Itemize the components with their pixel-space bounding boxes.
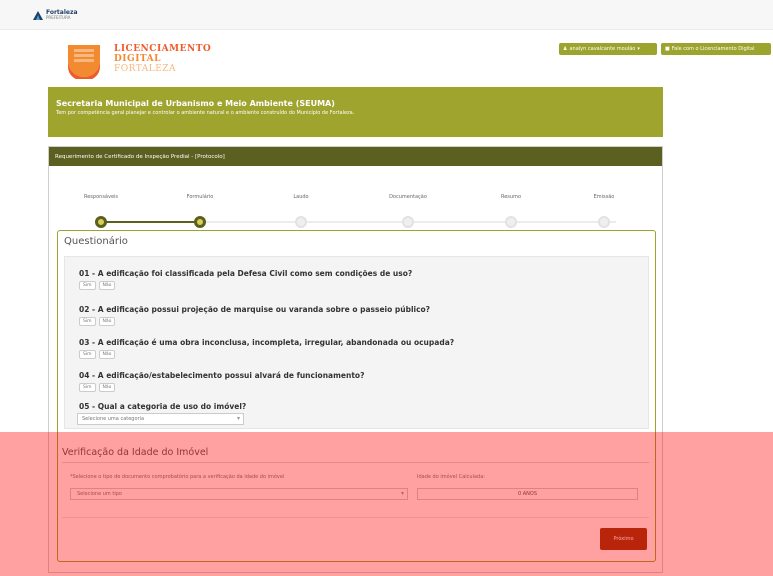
- questionnaire-title: Questionário: [64, 236, 128, 247]
- question-text: 01 - A edificação foi classificada pela …: [79, 269, 413, 278]
- divider: [62, 517, 649, 518]
- city-logo-icon: [33, 11, 43, 20]
- question-text: 03 - A edificação é uma obra inconclusa,…: [79, 338, 455, 347]
- contact-button-label: Fale com o Licenciamento Digital: [671, 46, 755, 52]
- chat-icon: ■: [665, 46, 670, 52]
- step-dot-laudo[interactable]: [295, 216, 307, 228]
- banner-title: Secretaria Municipal de Urbanismo e Meio…: [56, 99, 335, 108]
- category-select[interactable]: Selecione uma categoria ▾: [77, 413, 244, 425]
- answer-options: Sim Não: [79, 383, 364, 392]
- answer-yes-button[interactable]: Sim: [79, 281, 96, 290]
- step-dot-responsaveis[interactable]: [95, 216, 107, 228]
- step-label-emissao: Emissão: [593, 194, 615, 200]
- step-dot-documentacao[interactable]: [402, 216, 414, 228]
- document-type-value: Selecione um tipo: [77, 491, 122, 497]
- question-text: 05 - Qual a categoria de uso do imóvel?: [79, 402, 247, 411]
- document-type-label: *Selecione o tipo de documento comprobat…: [70, 474, 285, 480]
- step-dot-formulario[interactable]: [194, 216, 206, 228]
- next-button[interactable]: Próximo: [600, 528, 647, 550]
- secretaria-banner: Secretaria Municipal de Urbanismo e Meio…: [48, 87, 663, 137]
- answer-yes-button[interactable]: Sim: [79, 350, 96, 359]
- question-2: 02 - A edificação possui projeção de mar…: [79, 305, 430, 326]
- calculated-age-label: Idade do imóvel Calculada:: [417, 474, 485, 480]
- banner-subtitle: Tem por competência geral planejar e con…: [56, 110, 355, 116]
- question-text: 04 - A edificação/estabelecimento possui…: [79, 371, 365, 380]
- answer-yes-button[interactable]: Sim: [79, 383, 96, 392]
- progress-stepper: Responsáveis Formulário Laudo Documentaç…: [49, 166, 662, 228]
- answer-options: Sim Não: [79, 281, 412, 290]
- question-text: 02 - A edificação possui projeção de mar…: [79, 305, 431, 314]
- question-5: 05 - Qual a categoria de uso do imóvel?: [79, 402, 246, 411]
- step-dot-resumo[interactable]: [505, 216, 517, 228]
- document-type-select[interactable]: Selecione um tipo ▾: [70, 488, 408, 500]
- answer-no-button[interactable]: Não: [98, 317, 116, 326]
- step-label-documentacao: Documentação: [389, 194, 427, 200]
- questionnaire-section: Questionário 01 - A edificação foi class…: [57, 230, 656, 562]
- step-label-laudo: Laudo: [293, 194, 309, 200]
- stepper-progress: [101, 221, 200, 223]
- answer-yes-button[interactable]: Sim: [79, 317, 96, 326]
- answer-no-button[interactable]: Não: [98, 350, 116, 359]
- brand-line-3: FORTALEZA: [114, 64, 177, 74]
- prefeitura-logo[interactable]: Fortaleza PREFEITURA: [33, 10, 78, 20]
- top-bar: Fortaleza PREFEITURA: [0, 0, 773, 30]
- question-1: 01 - A edificação foi classificada pela …: [79, 269, 412, 290]
- contact-button[interactable]: ■ Fale com o Licenciamento Digital: [661, 43, 771, 55]
- question-4: 04 - A edificação/estabelecimento possui…: [79, 371, 364, 392]
- licenciamento-mark-icon: [68, 45, 100, 79]
- answer-no-button[interactable]: Não: [98, 281, 116, 290]
- answer-options: Sim Não: [79, 350, 454, 359]
- user-name: analyn cavalcante moulão: [569, 46, 636, 52]
- step-label-resumo: Resumo: [500, 194, 522, 200]
- answer-options: Sim Não: [79, 317, 430, 326]
- answer-no-button[interactable]: Não: [98, 383, 116, 392]
- chevron-down-icon: ▾: [236, 415, 240, 422]
- question-3: 03 - A edificação é uma obra inconclusa,…: [79, 338, 454, 359]
- panel-title: Requerimento de Certificado de Inspeção …: [49, 147, 662, 166]
- brand-line-2: DIGITAL: [114, 54, 161, 64]
- age-verification-title: Verificação da Idade do Imóvel: [62, 447, 209, 458]
- calculated-age-field: 0 ANOS: [417, 488, 638, 500]
- step-label-formulario: Formulário: [186, 194, 214, 200]
- chevron-down-icon: ▾: [400, 490, 404, 497]
- chevron-down-icon: ▾: [637, 46, 640, 52]
- licenciamento-logo[interactable]: LICENCIAMENTO DIGITAL FORTALEZA: [64, 38, 211, 80]
- category-select-value: Selecione uma categoria: [82, 416, 145, 422]
- divider: [62, 462, 649, 463]
- step-label-responsaveis: Responsáveis: [83, 194, 119, 200]
- step-dot-emissao[interactable]: [598, 216, 610, 228]
- user-icon: ♟: [563, 46, 568, 52]
- brand-name: LICENCIAMENTO DIGITAL FORTALEZA: [114, 44, 211, 74]
- user-menu-button[interactable]: ♟ analyn cavalcante moulão ▾: [559, 43, 657, 55]
- brand-line-1: LICENCIAMENTO: [114, 44, 212, 54]
- questionnaire-box: 01 - A edificação foi classificada pela …: [64, 256, 649, 429]
